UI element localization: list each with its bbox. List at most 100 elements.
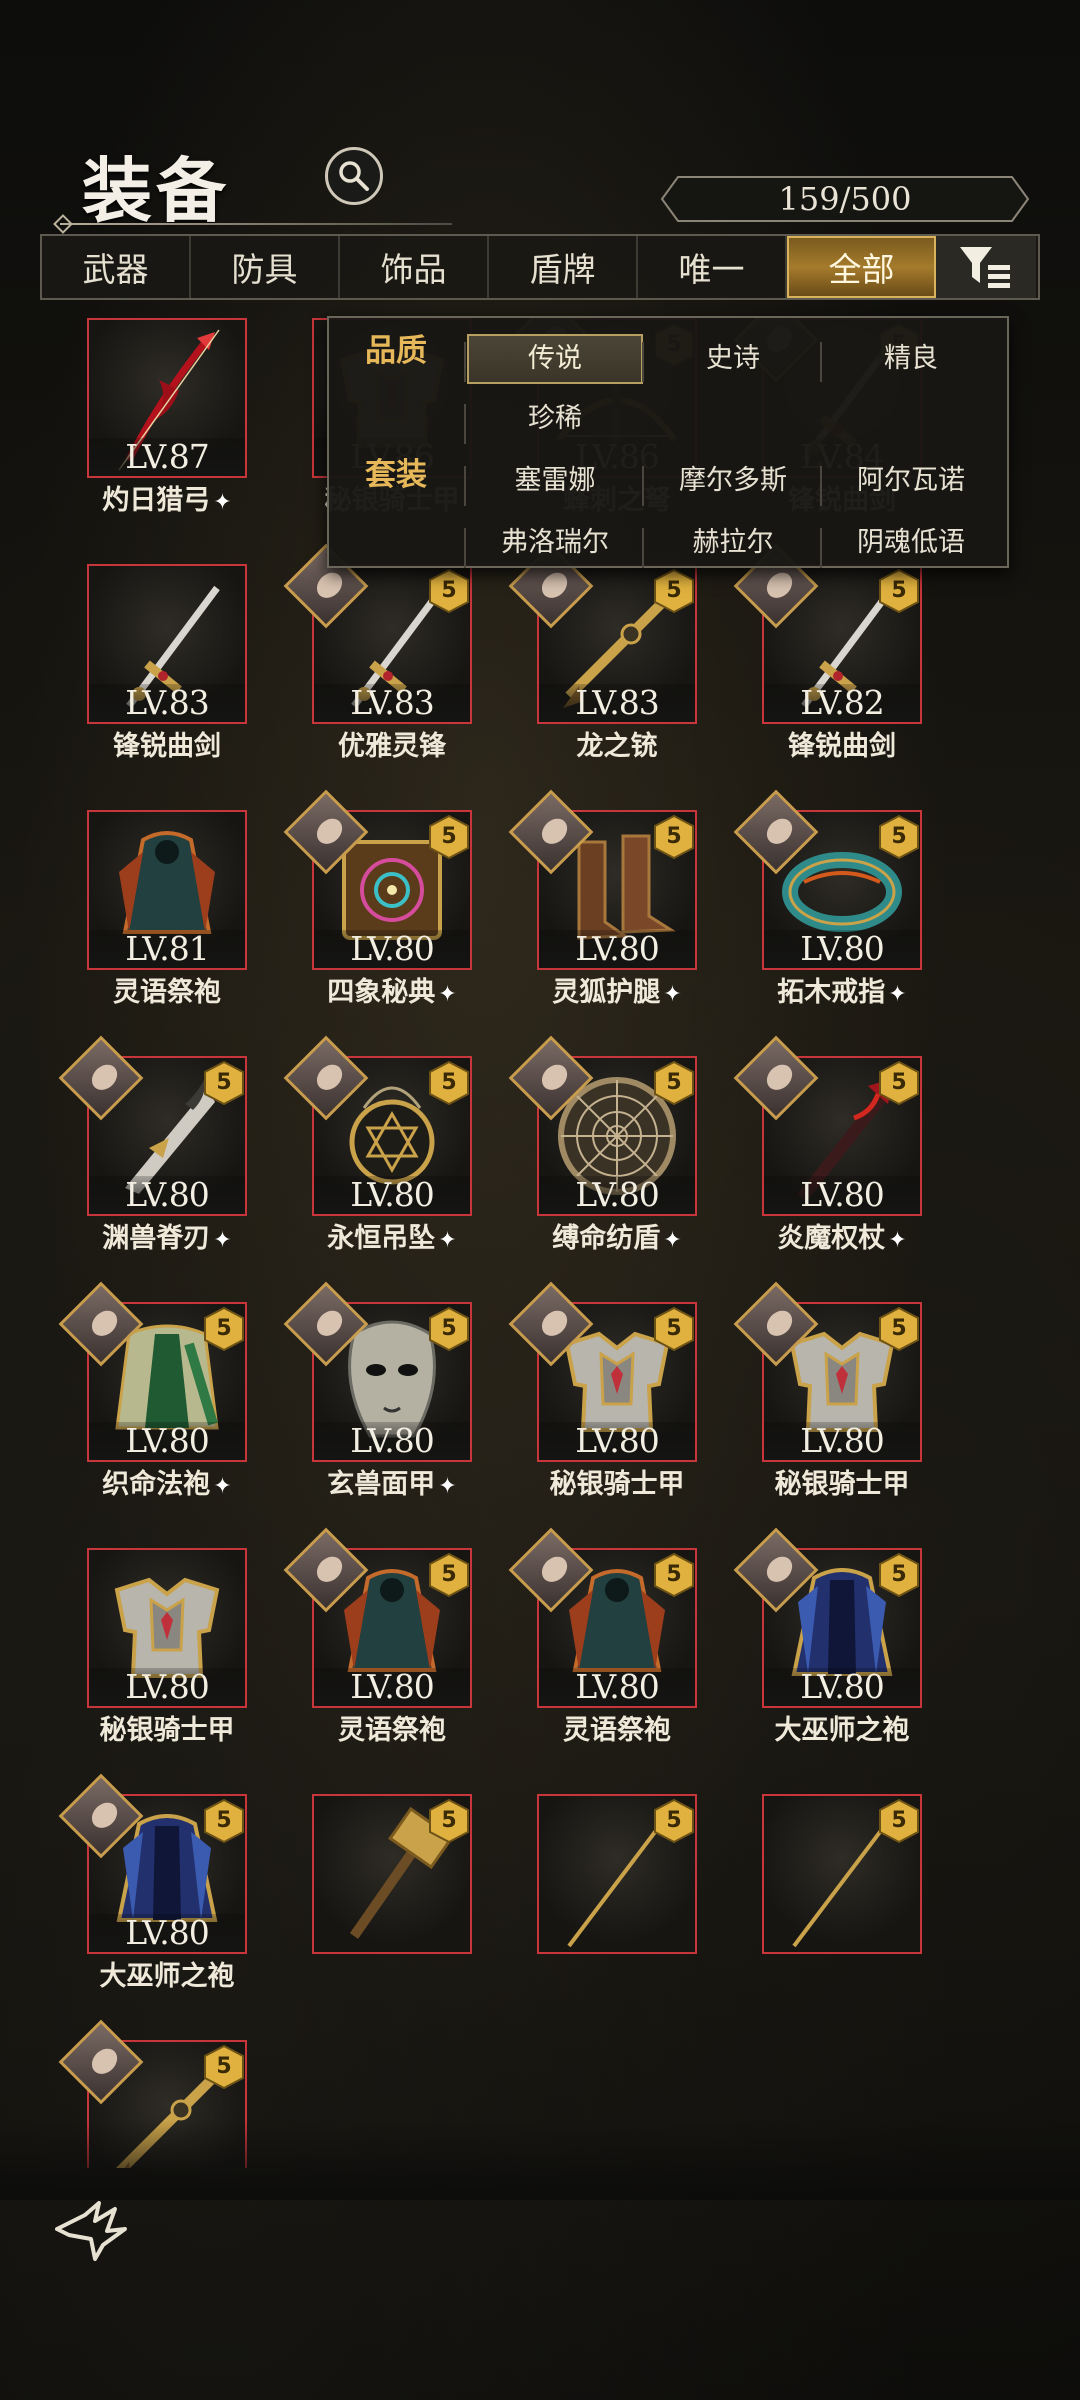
quality-badge-text: 5 (666, 578, 682, 603)
item-name-row: 秘银骑士甲 (51, 1708, 283, 1747)
sparkle-icon: ✦ (438, 982, 457, 1007)
item-name-row: 渊兽脊刃 ✦ (51, 1216, 283, 1255)
item-name: 锋锐曲剑 (788, 731, 896, 762)
quality-badge-text: 5 (891, 1316, 907, 1341)
equipment-item[interactable]: LV.80 5 织命法袍 ✦ (51, 1281, 276, 1512)
item-name-row: 锋锐曲剑 (51, 724, 283, 763)
sparkle-icon: ✦ (438, 1228, 457, 1253)
item-name: 大巫师之袍 (774, 1715, 910, 1746)
filter-button[interactable] (936, 236, 1036, 298)
filter-divider (464, 466, 466, 506)
quality-option-3[interactable]: 珍稀 (467, 394, 643, 444)
quality-badge-icon: 5 (651, 1798, 697, 1844)
quality-badge-icon: 5 (426, 814, 472, 860)
quality-badge-icon: 5 (876, 1798, 922, 1844)
equipment-item[interactable]: LV.80 5 四象秘典 ✦ (276, 789, 501, 1020)
game-logo[interactable] (55, 2195, 135, 2265)
equipment-item[interactable]: LV.82 5 锋锐曲剑 (726, 543, 951, 774)
quality-badge-icon: 5 (876, 814, 922, 860)
equipment-item[interactable]: LV.80 5 秘银骑士甲 (726, 1281, 951, 1512)
sparkle-icon: ✦ (213, 1474, 232, 1499)
equipment-item[interactable]: LV.80 5 炎魔权杖 ✦ (726, 1035, 951, 1266)
item-name-row: 灵语祭袍 (276, 1708, 508, 1747)
item-level: LV.83 (89, 684, 245, 722)
tab-2[interactable]: 饰品 (340, 236, 489, 298)
tab-5[interactable]: 全部 (787, 236, 936, 298)
page-title: 装备 (82, 149, 230, 232)
equipment-item[interactable]: LV.80 5 灵语祭袍 (276, 1527, 501, 1758)
tab-4[interactable]: 唯一 (638, 236, 787, 298)
quality-badge-icon: 5 (876, 1306, 922, 1352)
item-level: LV.80 (89, 1668, 245, 1706)
sparkle-icon: ✦ (663, 1228, 682, 1253)
tab-1[interactable]: 防具 (191, 236, 340, 298)
item-name: 灼日猎弓 (102, 485, 211, 516)
equipment-item[interactable]: LV.80 5 大巫师之袍 (726, 1527, 951, 1758)
quality-badge-text: 5 (891, 1070, 907, 1095)
item-name-row: 灵狐护腿 ✦ (501, 970, 733, 1009)
equipment-grid: LV.87灼日猎弓✦LV.86秘银骑士甲LV.865蜂刺之弩LV.845锋锐曲剑… (0, 318, 1080, 2168)
item-name: 秘银骑士甲 (99, 1715, 235, 1746)
item-level: LV.80 (89, 1914, 245, 1952)
set-option-5[interactable]: 阴魂低语 (823, 518, 999, 568)
quality-badge-text: 5 (216, 2054, 232, 2079)
set-option-1[interactable]: 摩尔多斯 (645, 456, 821, 506)
item-name: 灵狐护腿 (552, 977, 661, 1008)
equipment-item[interactable]: LV.83 5 龙之铳 (501, 543, 726, 774)
equipment-item[interactable]: LV.87 灼日猎弓 ✦ (51, 318, 276, 528)
equipment-item[interactable]: LV.80 5 玄兽面甲 ✦ (276, 1281, 501, 1512)
item-level: LV.80 (539, 930, 695, 968)
equipment-item[interactable]: LV.80 5 渊兽脊刃 ✦ (51, 1035, 276, 1266)
equipment-item[interactable]: 5 (501, 1794, 726, 2004)
set-option-3[interactable]: 弗洛瑞尔 (467, 518, 643, 568)
equipment-item[interactable]: 5 (276, 1794, 501, 2004)
equipment-item[interactable]: LV.81 灵语祭袍 (51, 810, 276, 1020)
equipment-item[interactable]: LV.80 5 拓木戒指 ✦ (726, 789, 951, 1020)
quality-badge-icon: 5 (876, 1060, 922, 1106)
item-name-row: 织命法袍 ✦ (51, 1462, 283, 1501)
quality-badge-text: 5 (891, 824, 907, 849)
quality-option-0[interactable]: 传说 (467, 334, 643, 384)
equipment-card[interactable]: LV.81 (87, 810, 247, 970)
quality-badge-text: 5 (441, 1316, 457, 1341)
tab-0[interactable]: 武器 (42, 236, 191, 298)
item-level: LV.80 (539, 1176, 695, 1214)
equipment-item[interactable]: LV.80 5 缚命纺盾 ✦ (501, 1035, 726, 1266)
sparkle-icon: ✦ (213, 1228, 232, 1253)
equipment-item[interactable]: 5 (726, 1794, 951, 2004)
category-tabs: 武器 防具 饰品 盾牌 唯一 全部 (40, 234, 1040, 300)
set-option-0[interactable]: 塞雷娜 (467, 456, 643, 506)
equipment-item[interactable]: LV.80 5 灵语祭袍 (501, 1527, 726, 1758)
equipment-item[interactable]: LV.80 5 秘银骑士甲 (501, 1281, 726, 1512)
item-level: LV.83 (314, 684, 470, 722)
item-level: LV.80 (89, 1422, 245, 1460)
equipment-item[interactable]: LV.80 5 永恒吊坠 ✦ (276, 1035, 501, 1266)
quality-badge-icon: 5 (426, 568, 472, 614)
quality-option-1[interactable]: 史诗 (645, 334, 821, 384)
set-option-4[interactable]: 赫拉尔 (645, 518, 821, 568)
equipment-card[interactable]: LV.80 (87, 1548, 247, 1708)
search-icon (339, 161, 369, 191)
inventory-count: 159/500 (660, 175, 1030, 223)
item-name: 灵语祭袍 (113, 977, 221, 1008)
equipment-item[interactable]: LV.80 5 大巫师之袍 (51, 1773, 276, 2004)
filter-divider (464, 528, 466, 568)
quality-badge-text: 5 (216, 1808, 232, 1833)
search-button[interactable] (325, 147, 383, 205)
filter-divider (820, 466, 822, 506)
quality-option-2[interactable]: 精良 (823, 334, 999, 384)
equipment-card[interactable]: LV.83 (87, 564, 247, 724)
filter-divider (820, 342, 822, 382)
item-level: LV.80 (764, 1422, 920, 1460)
item-level: LV.81 (89, 930, 245, 968)
set-option-2[interactable]: 阿尔瓦诺 (823, 456, 999, 506)
item-name: 秘银骑士甲 (774, 1469, 910, 1500)
equipment-item[interactable]: LV.83 5 优雅灵锋 (276, 543, 501, 774)
quality-badge-text: 5 (891, 1562, 907, 1587)
equipment-item[interactable]: LV.83 锋锐曲剑 (51, 564, 276, 774)
equipment-card[interactable]: LV.87 (87, 318, 247, 478)
set-filter-label: 套装 (365, 457, 427, 493)
tab-3[interactable]: 盾牌 (489, 236, 638, 298)
equipment-item[interactable]: LV.80 5 灵狐护腿 ✦ (501, 789, 726, 1020)
equipment-item[interactable]: LV.80 秘银骑士甲 (51, 1548, 276, 1758)
